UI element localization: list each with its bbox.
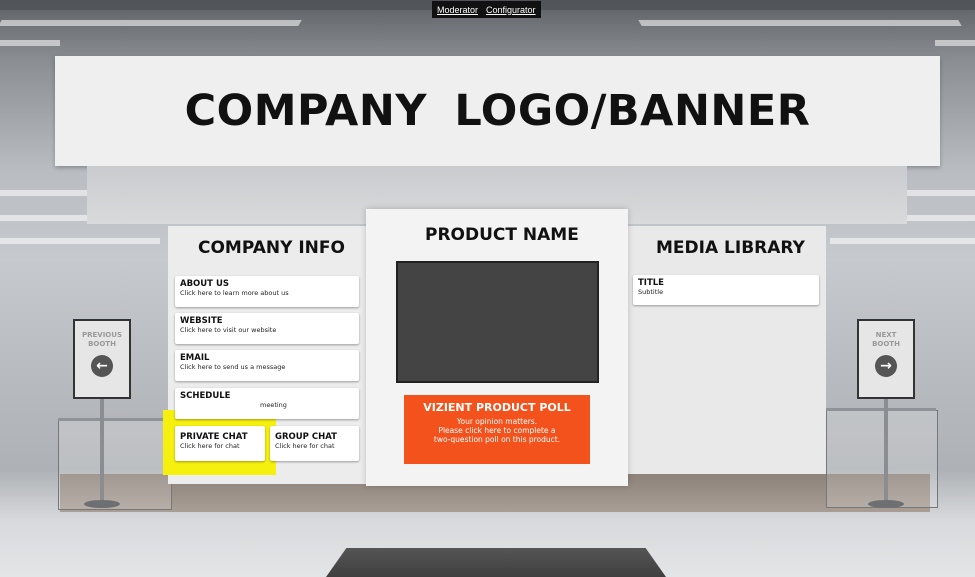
about-us-button[interactable]: ABOUT US Click here to learn more about …	[175, 276, 359, 307]
media-item-subtitle: Subtitle	[638, 288, 664, 296]
next-label-1: NEXT	[875, 331, 897, 339]
poll-line-2: Please click here to complete a	[438, 426, 556, 435]
website-button[interactable]: WEBSITE Click here to visit our website	[175, 313, 359, 344]
private-chat-button[interactable]: PRIVATE CHAT Click here for chat	[175, 426, 265, 461]
poll-line-3: two-question poll on this product.	[433, 435, 561, 444]
media-library-wall: MEDIA LIBRARY TITLE Subtitle	[628, 226, 826, 474]
arrow-left-icon: ←	[91, 355, 113, 377]
configurator-link[interactable]: Configurator	[486, 5, 536, 15]
website-title: WEBSITE	[180, 316, 223, 326]
previous-sign-base	[84, 500, 120, 508]
booth-scene: Moderator Configurator COMPANY LOGO/BANN…	[0, 0, 975, 577]
private-chat-title: PRIVATE CHAT	[180, 432, 248, 442]
right-railing	[826, 410, 938, 508]
email-subtitle: Click here to send us a message	[180, 363, 286, 371]
moderator-link[interactable]: Moderator	[437, 5, 478, 15]
previous-sign-pole	[100, 398, 104, 504]
foreground-pedestal	[326, 548, 666, 577]
right-rail-top	[826, 408, 936, 411]
ceiling-light	[638, 20, 962, 26]
about-us-subtitle: Click here to learn more about us	[180, 289, 289, 297]
next-sign-base	[868, 500, 904, 508]
ceiling-light	[0, 238, 160, 244]
product-name-title: PRODUCT NAME	[425, 225, 579, 245]
media-item-title: TITLE	[638, 278, 664, 288]
previous-booth-button[interactable]: PREVIOUS BOOTH ←	[73, 319, 131, 399]
ceiling-light	[0, 20, 302, 26]
company-banner: COMPANY LOGO/BANNER	[55, 56, 940, 166]
company-info-title: COMPANY INFO	[198, 238, 345, 258]
previous-label-1: PREVIOUS	[81, 331, 122, 339]
private-chat-subtitle: Click here for chat	[180, 442, 240, 450]
next-sign-pole	[884, 398, 888, 504]
schedule-title: SCHEDULE	[180, 391, 231, 401]
schedule-button[interactable]: SCHEDULE meeting	[175, 388, 359, 419]
next-label-2: BOOTH	[872, 340, 900, 348]
ceiling-light	[935, 40, 975, 46]
left-rail-top	[58, 418, 170, 421]
ceiling-light	[0, 190, 90, 196]
product-poll-button[interactable]: VIZIENT PRODUCT POLL Your opinion matter…	[404, 395, 590, 464]
product-video-screen[interactable]	[396, 261, 599, 383]
group-chat-title: GROUP CHAT	[275, 432, 337, 442]
left-railing	[58, 420, 172, 510]
ceiling-light	[830, 238, 975, 244]
group-chat-subtitle: Click here for chat	[275, 442, 335, 450]
poll-title: VIZIENT PRODUCT POLL	[423, 401, 571, 414]
next-booth-button[interactable]: NEXT BOOTH →	[857, 319, 915, 399]
banner-text: COMPANY LOGO/BANNER	[184, 86, 811, 136]
email-button[interactable]: EMAIL Click here to send us a message	[175, 350, 359, 381]
ceiling-light	[0, 40, 60, 46]
media-item[interactable]: TITLE Subtitle	[633, 275, 819, 305]
website-subtitle: Click here to visit our website	[180, 326, 277, 334]
admin-toolbar: Moderator Configurator	[432, 1, 541, 18]
about-us-title: ABOUT US	[180, 279, 229, 289]
media-library-title: MEDIA LIBRARY	[656, 238, 805, 258]
poll-line-1: Your opinion matters.	[456, 417, 538, 426]
previous-label-2: BOOTH	[88, 340, 116, 348]
group-chat-button[interactable]: GROUP CHAT Click here for chat	[270, 426, 359, 461]
schedule-subtitle: meeting	[260, 401, 287, 409]
arrow-right-icon: →	[875, 355, 897, 377]
email-title: EMAIL	[180, 353, 210, 363]
